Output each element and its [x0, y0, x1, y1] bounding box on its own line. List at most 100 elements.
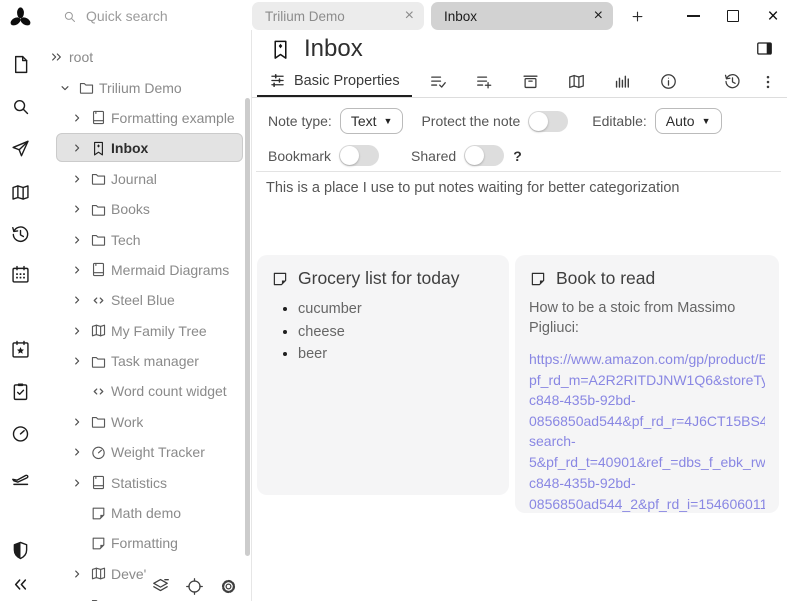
expand-arrow-icon[interactable]	[66, 567, 87, 581]
tree-item-formatting-example[interactable]: Formatting example	[40, 103, 245, 133]
expand-arrow-icon[interactable]	[66, 445, 87, 459]
locate-note-button[interactable]	[185, 577, 204, 596]
more-options-button[interactable]	[759, 73, 777, 91]
note-info-button[interactable]	[659, 72, 678, 91]
chevron-right-icon	[70, 567, 84, 581]
tree-item-trilium-demo[interactable]: Trilium Demo	[40, 72, 245, 102]
link-line[interactable]: 5&pf_rd_t=40901&ref_=dbs_f_ebk_rwt_s	[529, 452, 765, 473]
kebab-icon	[759, 73, 777, 91]
tree-item-task-manager[interactable]: Task manager	[40, 346, 245, 376]
tree-item-word-count-widget[interactable]: Word count widget	[40, 376, 245, 406]
link-line[interactable]: https://www.amazon.com/gp/product/B	[529, 349, 765, 370]
note-size-button[interactable]	[613, 72, 632, 91]
dashboard-button[interactable]	[0, 419, 40, 447]
expand-arrow-icon[interactable]	[66, 111, 87, 125]
tree-item-steel-blue[interactable]: Steel Blue	[40, 285, 245, 315]
note-paths-button[interactable]	[567, 72, 586, 91]
amazon-link[interactable]: https://www.amazon.com/gp/product/Bpf_rd…	[529, 349, 765, 513]
new-tab-button[interactable]	[625, 2, 649, 30]
expand-arrow-icon[interactable]	[66, 324, 87, 338]
jump-to-note-button[interactable]	[0, 134, 40, 162]
calendar-icon	[10, 264, 31, 285]
inherited-attributes-button[interactable]	[475, 72, 494, 91]
expand-arrow-icon[interactable]	[66, 293, 87, 307]
link-line[interactable]: search-	[529, 431, 765, 452]
note-revisions-button[interactable]	[723, 72, 742, 91]
link-line[interactable]: pf_rd_m=A2R2RITDJNW1Q6&storeType=	[529, 370, 765, 391]
collapse-tree-button[interactable]	[0, 570, 40, 598]
expand-arrow-icon[interactable]	[66, 141, 87, 155]
note-title[interactable]: Inbox	[304, 35, 363, 63]
ribbon-right-tools	[723, 72, 777, 91]
shared-toggle[interactable]	[464, 145, 504, 166]
expand-arrow-icon[interactable]	[66, 172, 87, 186]
recent-changes-button[interactable]	[0, 220, 40, 248]
close-window-button[interactable]: ×	[765, 8, 781, 24]
new-note-button[interactable]	[0, 50, 40, 78]
tree-item-journal[interactable]: Journal	[40, 164, 245, 194]
tab-inbox[interactable]: Inbox×	[431, 2, 613, 30]
note-type-label: Note type:	[268, 113, 332, 129]
send-icon	[10, 138, 31, 159]
basket-button[interactable]	[521, 72, 540, 91]
tree-item-weight-tracker[interactable]: Weight Tracker	[40, 437, 245, 467]
link-line[interactable]: 0856850ad544&pf_rd_r=4J6CT15BS4X86	[529, 411, 765, 432]
tree-item-formatting[interactable]: Formatting	[40, 528, 245, 558]
shared-help-link[interactable]: ?	[513, 148, 522, 164]
tree-item-inbox[interactable]: Inbox	[40, 133, 245, 163]
protected-session-button[interactable]	[0, 536, 40, 564]
tab-close-icon[interactable]: ×	[594, 8, 603, 24]
tree-item-books[interactable]: Books	[40, 194, 245, 224]
tab-close-icon[interactable]: ×	[405, 8, 414, 24]
protect-note-toggle[interactable]	[528, 111, 568, 132]
tab-trilium-demo[interactable]: Trilium Demo×	[252, 2, 424, 30]
tree-item-math-demo[interactable]: Math demo	[40, 498, 245, 528]
layers-button[interactable]	[151, 577, 170, 596]
link-line[interactable]: 0856850ad544_2&pf_rd_i=154606011↗	[529, 493, 765, 513]
expand-arrow-icon[interactable]	[66, 202, 87, 216]
expand-arrow-icon[interactable]	[66, 354, 87, 368]
folder-icon	[87, 413, 109, 430]
note-type-select[interactable]: Text ▼	[340, 108, 404, 134]
tree-item-tech[interactable]: Tech	[40, 224, 245, 254]
expand-arrow-icon[interactable]	[46, 49, 67, 65]
editable-select[interactable]: Auto ▼	[655, 108, 722, 134]
note-icon	[87, 535, 109, 552]
chevron-right-icon	[70, 476, 84, 490]
tree-item-my-family-tree[interactable]: My Family Tree	[40, 316, 245, 346]
expand-arrow-icon[interactable]	[66, 233, 87, 247]
calendar-star-button[interactable]	[0, 335, 40, 363]
quick-search-input[interactable]: Quick search	[40, 0, 252, 32]
expand-arrow-icon[interactable]	[66, 476, 87, 490]
search-button[interactable]	[0, 92, 40, 120]
calendar-button[interactable]	[0, 260, 40, 288]
expand-arrow-icon[interactable]	[54, 81, 75, 95]
tree-item-root[interactable]: root	[40, 42, 245, 72]
card-title-grocery[interactable]: Grocery list for today	[298, 268, 459, 289]
expand-arrow-icon[interactable]	[66, 263, 87, 277]
note-intro-text[interactable]: This is a place I use to put notes waiti…	[266, 180, 777, 196]
folder-icon	[90, 353, 107, 370]
tree-item-statistics[interactable]: Statistics	[40, 467, 245, 497]
card-title-book[interactable]: Book to read	[556, 268, 655, 289]
tab-basic-properties[interactable]: Basic Properties	[257, 66, 412, 97]
shared-label: Shared	[411, 148, 456, 164]
tree-item-mermaid-diagrams[interactable]: Mermaid Diagrams	[40, 255, 245, 285]
owned-attributes-button[interactable]	[429, 72, 448, 91]
settings-button[interactable]	[219, 577, 238, 596]
link-line[interactable]: c848-435b-92bd-	[529, 473, 765, 494]
tree-item-work[interactable]: Work	[40, 407, 245, 437]
expand-arrow-icon[interactable]	[66, 415, 87, 429]
window-controls: ×	[685, 0, 781, 32]
tree-scrollbar[interactable]	[245, 98, 250, 556]
travel-button[interactable]	[0, 462, 40, 490]
create-split-icon[interactable]	[755, 39, 774, 58]
maximize-button[interactable]	[725, 8, 741, 24]
folder-icon	[87, 170, 109, 187]
link-line[interactable]: c848-435b-92bd-	[529, 390, 765, 411]
chevron-right-icon	[70, 324, 84, 338]
note-map-button[interactable]	[0, 178, 40, 206]
bookmark-toggle[interactable]	[339, 145, 379, 166]
minimize-button[interactable]	[685, 8, 701, 24]
task-manager-button[interactable]	[0, 377, 40, 405]
